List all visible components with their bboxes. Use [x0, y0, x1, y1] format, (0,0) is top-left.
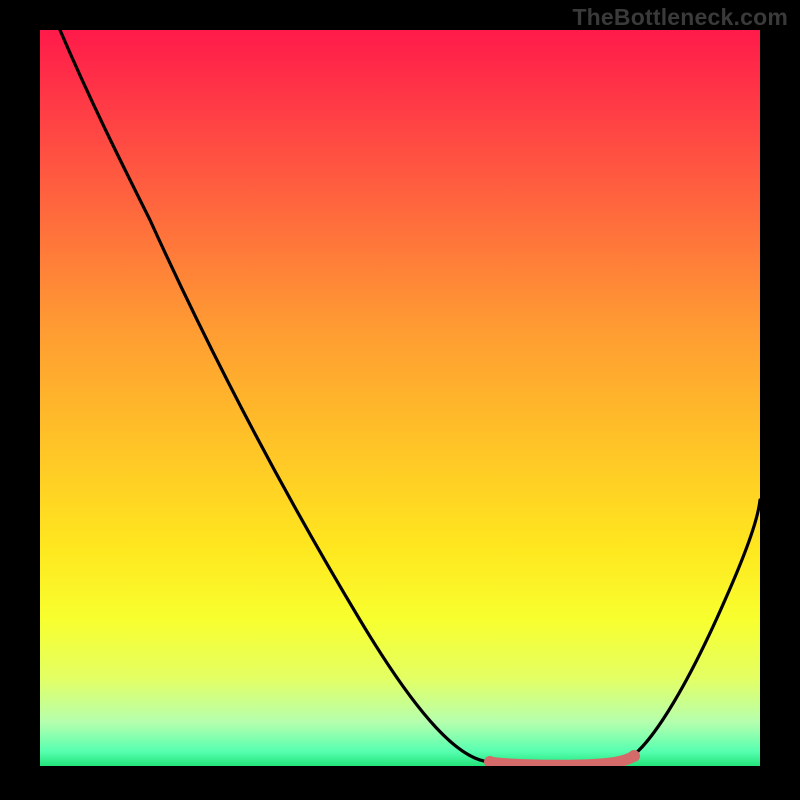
frame-left	[0, 0, 40, 800]
curve-layer	[40, 30, 760, 766]
band-end-right	[628, 750, 640, 762]
plot-area	[40, 30, 760, 766]
main-curve	[60, 30, 760, 764]
frame-right	[760, 0, 800, 800]
frame-bottom	[0, 766, 800, 800]
watermark-text: TheBottleneck.com	[572, 4, 788, 31]
chart-container: TheBottleneck.com	[0, 0, 800, 800]
optimal-band	[490, 756, 634, 765]
